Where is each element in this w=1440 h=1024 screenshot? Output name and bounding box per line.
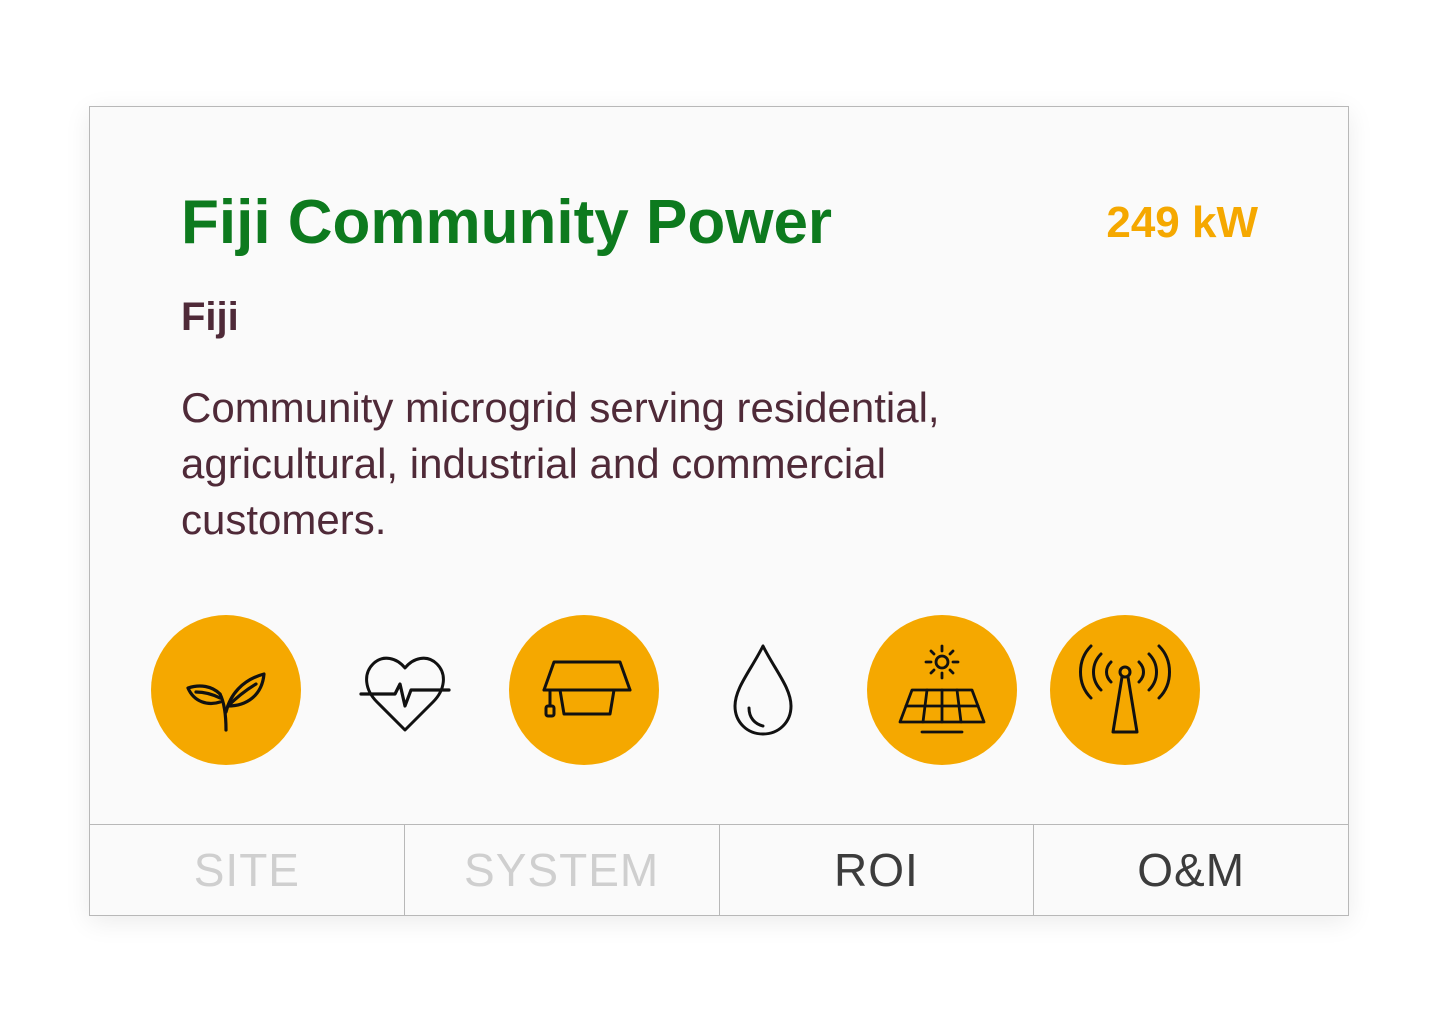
tab-om[interactable]: O&M	[1034, 825, 1348, 915]
water-icon[interactable]	[688, 615, 838, 765]
capacity-value: 249 kW	[1106, 198, 1258, 247]
tab-system[interactable]: SYSTEM	[405, 825, 720, 915]
project-title: Fiji Community Power	[181, 188, 833, 257]
tab-bar: SITE SYSTEM ROI O&M	[90, 824, 1348, 915]
solar-icon[interactable]	[867, 615, 1017, 765]
tab-roi[interactable]: ROI	[720, 825, 1035, 915]
education-icon[interactable]	[509, 615, 659, 765]
project-card: Fiji Community Power 249 kW Fiji Communi…	[89, 106, 1349, 916]
telecom-icon[interactable]	[1050, 615, 1200, 765]
project-description: Community microgrid serving residential,…	[181, 384, 940, 543]
health-icon[interactable]	[330, 615, 480, 765]
sector-icons	[90, 615, 1348, 767]
tab-site[interactable]: SITE	[90, 825, 405, 915]
project-country: Fiji	[181, 295, 239, 339]
agriculture-icon[interactable]	[151, 615, 301, 765]
